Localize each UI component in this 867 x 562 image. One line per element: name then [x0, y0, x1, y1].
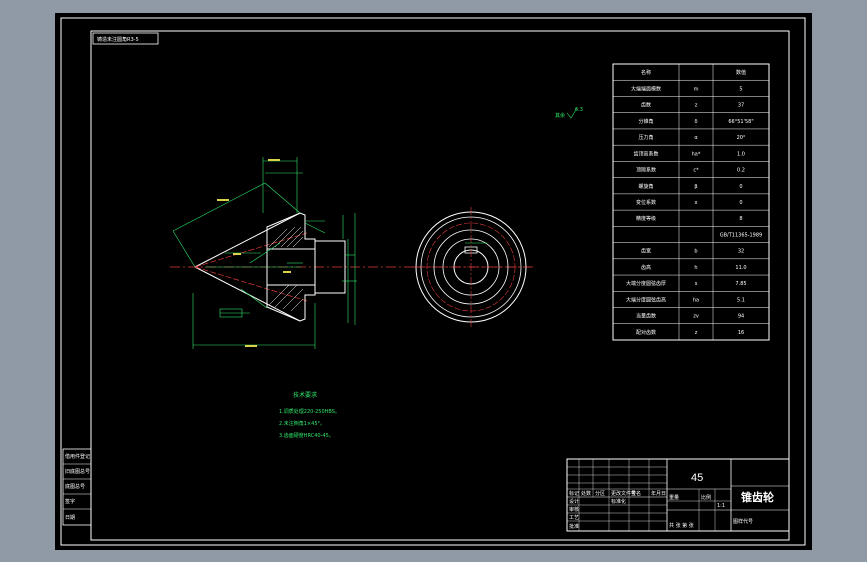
param-cell: 16	[738, 330, 744, 336]
param-cell: 变位系数	[636, 199, 656, 206]
param-cell: c*	[693, 168, 699, 174]
param-cell: 齿高	[641, 264, 651, 271]
param-cell: ha	[693, 297, 699, 303]
param-cell: 1.0	[737, 151, 745, 157]
gear-section-view	[172, 157, 357, 349]
tech-title: 技术要求	[293, 391, 317, 399]
param-cell: 20°	[737, 135, 746, 141]
cad-viewport[interactable]: 铸造未注圆角R3-5 其余 6.3 技术要求 1.调质处理220-250HBS。…	[55, 13, 812, 550]
hdr-date: 年月日	[651, 490, 666, 497]
tech-note-2: 2.未注倒角1×45°。	[279, 420, 325, 427]
material-text: 45	[691, 472, 703, 484]
param-cell: 0	[739, 200, 742, 206]
scale-label: 比例	[701, 494, 711, 501]
param-cell: 5.1	[737, 297, 745, 303]
hdr-count: 处数	[581, 490, 591, 497]
school-name: 图样代号	[733, 518, 753, 525]
inner-border	[90, 30, 790, 541]
role-design: 设计	[569, 498, 579, 505]
param-cell: zv	[693, 314, 699, 320]
param-cell: 0.2	[737, 168, 745, 174]
weight-label: 重量	[669, 494, 679, 501]
param-cell: 11.0	[735, 265, 746, 271]
title-block: 标记 处数 分区 更改文件号 签名 年月日 设计 审核 工艺 批准 标准化 45…	[566, 458, 790, 532]
role-process: 工艺	[569, 515, 579, 521]
part-name: 锥齿轮	[741, 490, 774, 504]
param-cell: 大端分度圆弦齿高	[626, 296, 666, 303]
role-review: 审核	[569, 506, 579, 513]
param-cell: 大端分度圆弦齿厚	[626, 280, 666, 287]
param-cell: 0	[739, 184, 742, 190]
tech-note-3: 3.齿面硬度HRC40-45。	[279, 432, 334, 439]
param-cell: 5	[739, 86, 742, 92]
tech-requirements: 技术要求 1.调质处理220-250HBS。 2.未注倒角1×45°。 3.齿面…	[279, 391, 340, 439]
left-registration-strip: 借用件登记 旧底图总号 底图总号 签字 日期	[62, 448, 92, 526]
roughness-value: 6.3	[575, 107, 583, 113]
param-cell: x	[695, 200, 698, 206]
param-cell: h	[694, 265, 697, 271]
strip-3: 底图总号	[65, 483, 85, 490]
param-cell: b	[694, 249, 697, 255]
param-cell: β	[694, 184, 697, 190]
param-cell: 齿数	[641, 102, 651, 109]
param-cell: 螺旋角	[638, 183, 653, 190]
param-cell: ha*	[692, 151, 701, 157]
param-cell: z	[695, 103, 698, 109]
param-cell: 数值	[736, 69, 746, 76]
param-cell: 94	[738, 314, 744, 320]
hdr-sign: 签名	[631, 490, 641, 497]
strip-4: 签字	[65, 498, 75, 505]
param-cell: 大端端面模数	[631, 85, 661, 92]
param-cell: δ	[694, 119, 697, 125]
param-cell: 分锥角	[638, 118, 653, 125]
gear-parameter-table: 名称 数值大端端面模数 m 5 齿数 z 37 分锥角 δ 66°51'58" 压力角 α 20° 齿顶高…	[612, 63, 770, 341]
param-cell: α	[694, 135, 698, 141]
gear-front-view	[411, 207, 533, 327]
top-left-box-text: 铸造未注圆角R3-5	[97, 36, 139, 43]
param-cell: 精度等级	[636, 215, 656, 222]
strip-5: 日期	[65, 515, 75, 521]
param-cell: GB/T11365-1989	[720, 232, 762, 238]
param-cell: 齿顶高系数	[633, 150, 658, 157]
param-cell: z	[695, 330, 698, 336]
strip-2: 旧底图总号	[65, 468, 90, 475]
param-cell: 32	[738, 249, 744, 255]
param-cell: 66°51'58"	[728, 119, 753, 125]
param-cell: 压力角	[638, 134, 653, 141]
param-cell: 齿宽	[641, 248, 651, 255]
role-standard: 标准化	[611, 498, 626, 505]
param-cell: m	[694, 86, 699, 92]
param-cell: 名称	[641, 69, 651, 76]
hdr-zone: 分区	[595, 490, 605, 497]
roughness-note: 其余	[555, 112, 565, 119]
sheet-label: 共 张 第 张	[669, 522, 694, 529]
param-cell: s	[695, 281, 698, 287]
role-approve: 批准	[569, 523, 579, 530]
hdr-mark: 标记	[569, 490, 579, 497]
tech-note-1: 1.调质处理220-250HBS。	[279, 408, 340, 415]
param-cell: 8	[739, 216, 742, 222]
bevel-gear-drawing: 铸造未注圆角R3-5 其余 6.3 技术要求 1.调质处理220-250HBS。…	[60, 17, 806, 546]
param-cell: 7.85	[735, 281, 746, 287]
param-cell: 配对齿数	[636, 329, 656, 336]
param-cell: 当量齿数	[636, 313, 656, 320]
outer-border	[60, 17, 806, 546]
param-cell: 顶隙系数	[636, 167, 656, 174]
scale-value: 1:1	[717, 503, 725, 509]
param-cell: 37	[738, 103, 744, 109]
strip-1: 借用件登记	[65, 453, 90, 460]
